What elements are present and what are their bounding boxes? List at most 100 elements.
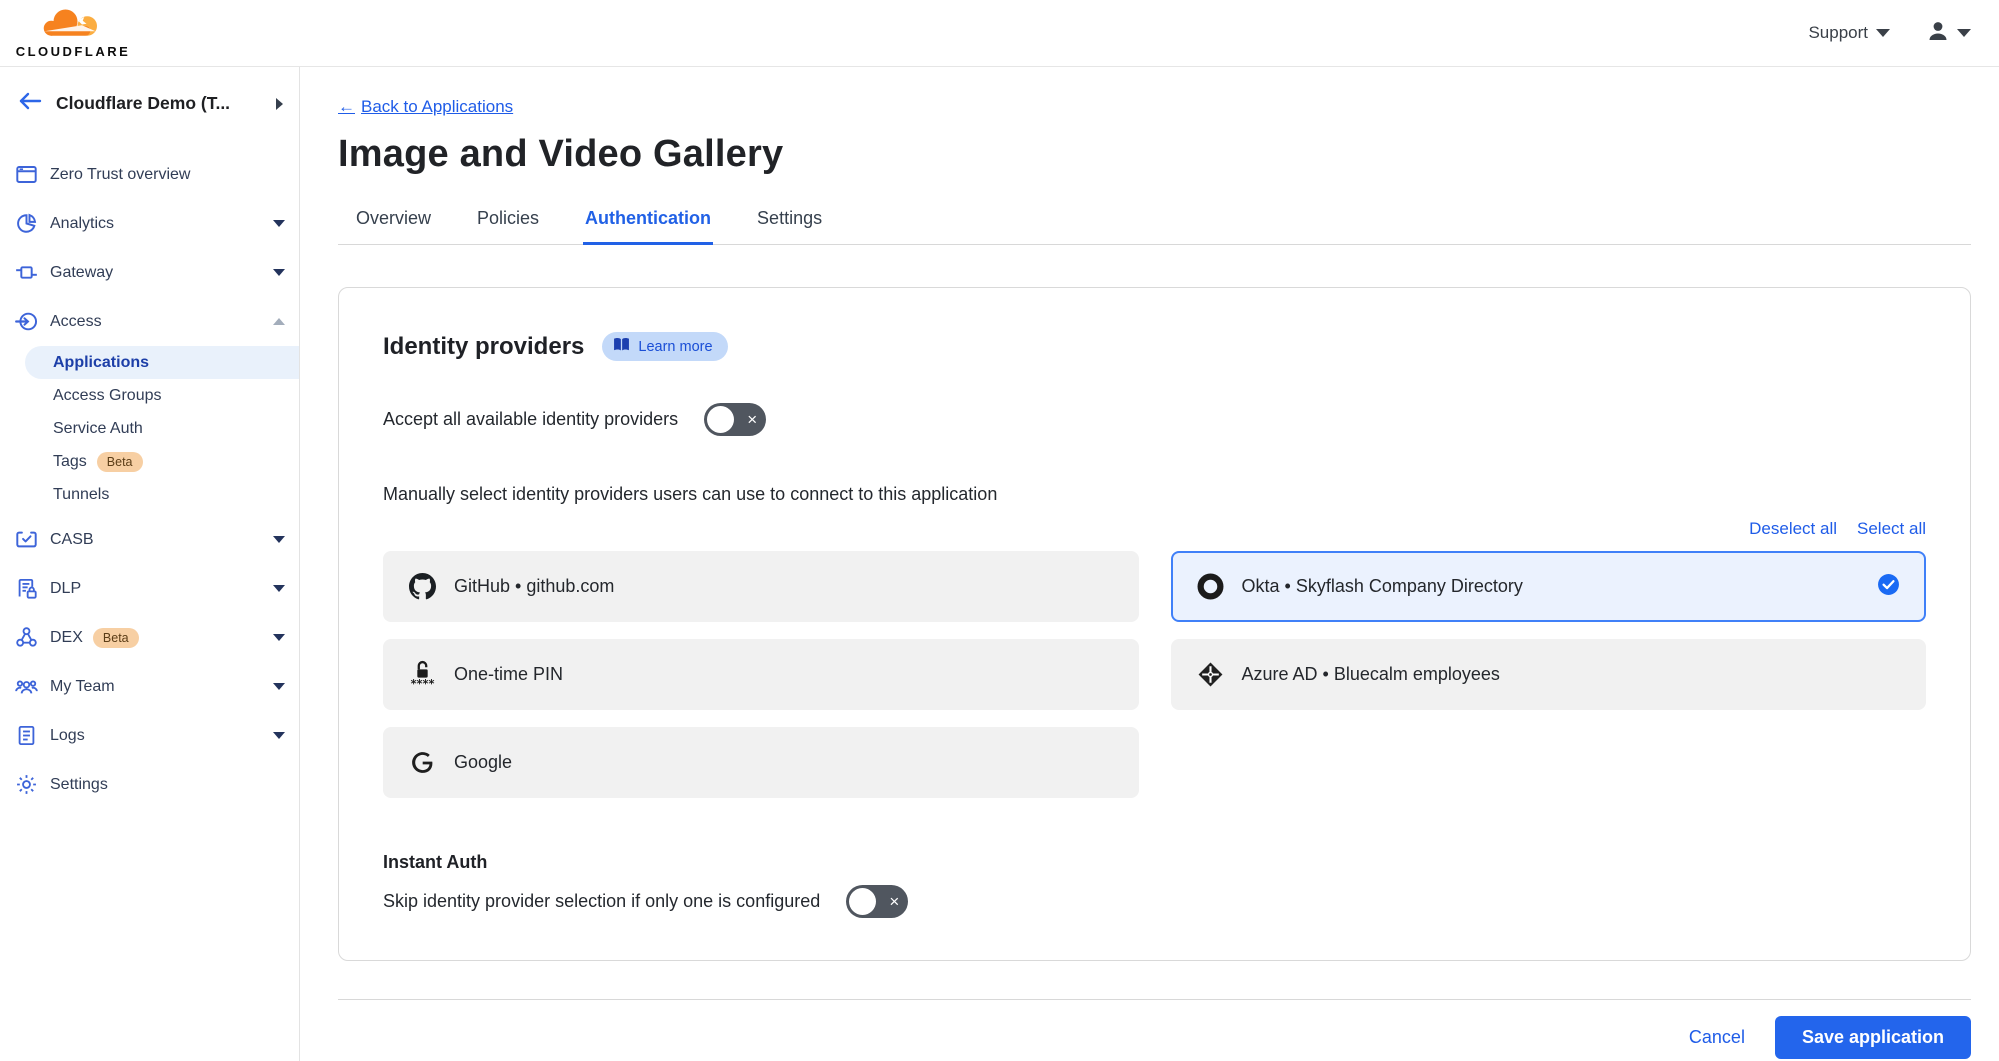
user-icon — [1926, 19, 1950, 48]
sidebar-item-tags[interactable]: Tags Beta — [0, 445, 299, 478]
sidebar: Cloudflare Demo (T... Zero Trust overvie… — [0, 67, 300, 1061]
instant-auth-toggle[interactable]: × — [846, 885, 908, 918]
sidebar-item-access-groups[interactable]: Access Groups — [0, 379, 299, 412]
tab-policies[interactable]: Policies — [475, 202, 541, 244]
sidebar-item-label: My Team — [50, 678, 115, 696]
sidebar-item-label: Logs — [50, 727, 85, 745]
sub-item-label: Tags — [53, 453, 87, 471]
support-menu[interactable]: Support — [1808, 23, 1890, 43]
gateway-icon — [15, 261, 38, 284]
provider-tile-google[interactable]: Google — [383, 727, 1139, 798]
svg-text:****: **** — [411, 676, 435, 689]
chevron-down-icon — [1876, 29, 1890, 37]
one-time-pin-icon: **** — [409, 660, 436, 689]
beta-badge: Beta — [93, 628, 139, 648]
gear-icon — [15, 773, 38, 796]
cloudflare-logo[interactable]: CLOUDFLARE — [14, 8, 132, 59]
chevron-right-icon[interactable] — [276, 98, 283, 110]
deselect-all-link[interactable]: Deselect all — [1749, 519, 1837, 539]
top-bar: CLOUDFLARE Support — [0, 0, 1999, 67]
box-check-icon — [15, 528, 38, 551]
window-icon — [15, 163, 38, 186]
sidebar-item-label: Analytics — [50, 215, 114, 233]
okta-icon — [1197, 572, 1224, 601]
pie-chart-icon — [15, 212, 38, 235]
people-icon — [15, 675, 38, 698]
back-arrow-icon: ← — [338, 97, 355, 117]
sidebar-item-dlp[interactable]: DLP — [0, 564, 299, 613]
book-icon — [613, 337, 630, 356]
select-all-link[interactable]: Select all — [1857, 519, 1926, 539]
cancel-button[interactable]: Cancel — [1689, 1027, 1745, 1048]
document-lock-icon — [15, 577, 38, 600]
google-icon — [409, 748, 436, 777]
sidebar-nav: Zero Trust overview Analytics Gateway — [0, 140, 299, 809]
provider-label: Google — [454, 752, 1113, 773]
tab-bar: Overview Policies Authentication Setting… — [338, 202, 1971, 245]
provider-grid: GitHub • github.com Okta • Skyflash Comp… — [383, 551, 1926, 798]
sidebar-item-applications[interactable]: Applications — [25, 346, 299, 379]
chevron-down-icon[interactable] — [273, 634, 285, 641]
account-title[interactable]: Cloudflare Demo (T... — [56, 93, 262, 114]
sub-item-label: Tunnels — [53, 486, 109, 504]
sidebar-item-dex[interactable]: DEX Beta — [0, 613, 299, 662]
sidebar-item-logs[interactable]: Logs — [0, 711, 299, 760]
sidebar-item-service-auth[interactable]: Service Auth — [0, 412, 299, 445]
back-arrow-icon[interactable] — [18, 91, 42, 116]
back-link-label: Back to Applications — [361, 97, 513, 117]
accept-all-idp-label: Accept all available identity providers — [383, 409, 678, 430]
access-arrow-icon — [15, 310, 38, 333]
footer-actions: Cancel Save application — [338, 1000, 1971, 1059]
provider-tile-one-time-pin[interactable]: **** One-time PIN — [383, 639, 1139, 710]
chevron-down-icon[interactable] — [273, 220, 285, 227]
github-icon — [409, 572, 436, 601]
access-subnav: Applications Access Groups Service Auth … — [0, 346, 299, 511]
provider-tile-okta[interactable]: Okta • Skyflash Company Directory — [1171, 551, 1927, 622]
tab-authentication[interactable]: Authentication — [583, 202, 713, 245]
accept-all-idp-toggle[interactable]: × — [704, 403, 766, 436]
user-account-menu[interactable] — [1926, 19, 1971, 48]
network-nodes-icon — [15, 626, 38, 649]
save-application-button[interactable]: Save application — [1775, 1016, 1971, 1059]
learn-more-label: Learn more — [638, 339, 712, 355]
tab-overview[interactable]: Overview — [354, 202, 433, 244]
provider-tile-azure-ad[interactable]: Azure AD • Bluecalm employees — [1171, 639, 1927, 710]
chevron-down-icon[interactable] — [273, 732, 285, 739]
provider-label: GitHub • github.com — [454, 576, 1113, 597]
tab-settings[interactable]: Settings — [755, 202, 824, 244]
chevron-down-icon[interactable] — [273, 585, 285, 592]
sidebar-item-label: DEX — [50, 629, 83, 647]
sidebar-item-settings[interactable]: Settings — [0, 760, 299, 809]
manual-select-text: Manually select identity providers users… — [383, 484, 1926, 505]
chevron-down-icon[interactable] — [273, 683, 285, 690]
sub-item-label: Access Groups — [53, 387, 161, 405]
sidebar-item-label: Settings — [50, 776, 108, 794]
cloudflare-wordmark: CLOUDFLARE — [16, 44, 131, 59]
support-label: Support — [1808, 23, 1868, 43]
azure-ad-icon — [1197, 660, 1224, 689]
sidebar-item-access[interactable]: Access — [0, 297, 299, 346]
learn-more-badge[interactable]: Learn more — [602, 332, 727, 361]
back-to-applications-link[interactable]: ← Back to Applications — [338, 97, 513, 117]
document-lines-icon — [15, 724, 38, 747]
provider-tile-github[interactable]: GitHub • github.com — [383, 551, 1139, 622]
chevron-up-icon[interactable] — [273, 318, 285, 325]
chevron-down-icon[interactable] — [273, 536, 285, 543]
provider-label: Azure AD • Bluecalm employees — [1242, 664, 1901, 685]
sidebar-item-gateway[interactable]: Gateway — [0, 248, 299, 297]
instant-auth-label: Skip identity provider selection if only… — [383, 891, 820, 912]
beta-badge: Beta — [97, 452, 143, 472]
page-title: Image and Video Gallery — [338, 133, 1971, 176]
provider-label: One-time PIN — [454, 664, 1113, 685]
sidebar-item-zero-trust-overview[interactable]: Zero Trust overview — [0, 150, 299, 199]
sidebar-item-analytics[interactable]: Analytics — [0, 199, 299, 248]
sidebar-item-tunnels[interactable]: Tunnels — [0, 478, 299, 511]
sidebar-item-label: DLP — [50, 580, 81, 598]
toggle-off-x-icon: × — [889, 892, 899, 909]
chevron-down-icon[interactable] — [273, 269, 285, 276]
sidebar-item-label: CASB — [50, 531, 94, 549]
selected-check-icon — [1877, 573, 1900, 601]
sidebar-item-my-team[interactable]: My Team — [0, 662, 299, 711]
provider-label: Okta • Skyflash Company Directory — [1242, 576, 1878, 597]
sidebar-item-casb[interactable]: CASB — [0, 515, 299, 564]
